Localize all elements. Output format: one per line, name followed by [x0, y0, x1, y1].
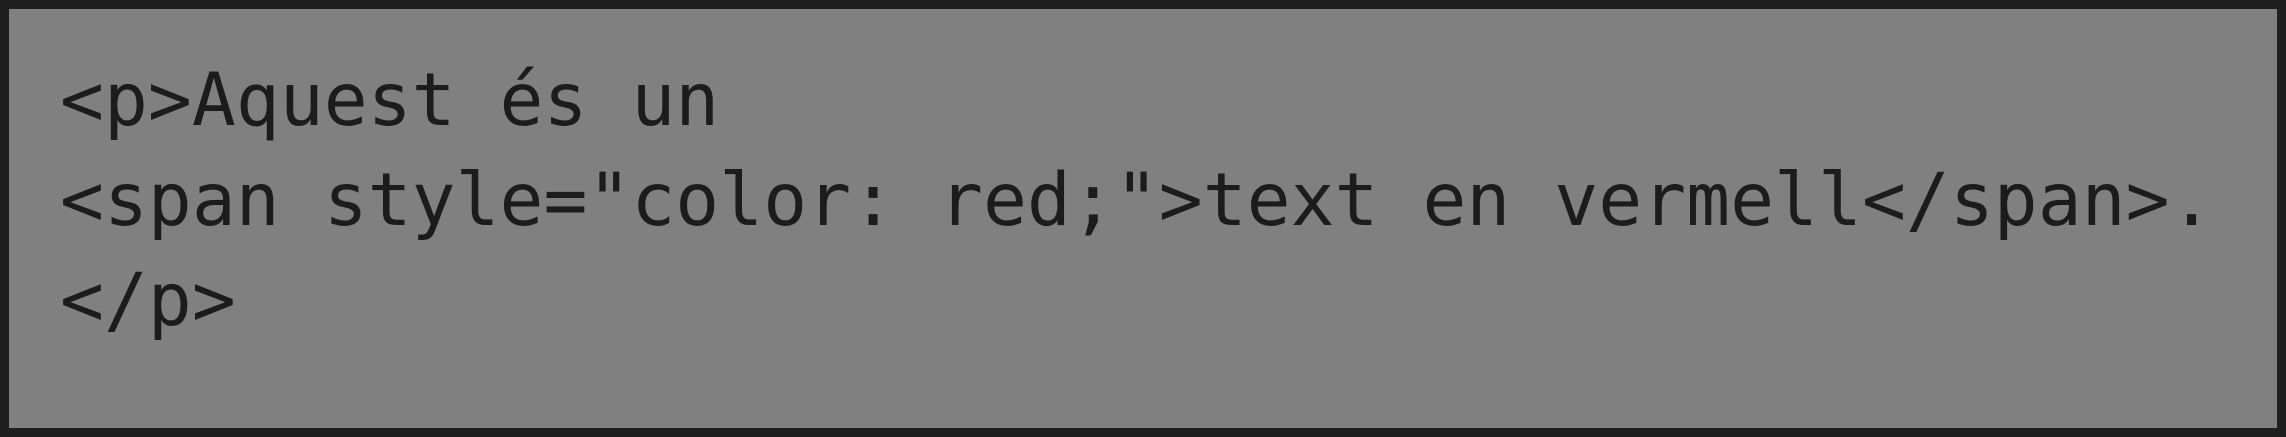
code-line: </p> — [60, 258, 236, 343]
code-line: <span style="color: red;">text en vermel… — [60, 158, 2214, 243]
code-line: <p>Aquest és un — [60, 58, 720, 143]
code-block: <p>Aquest és un <span style="color: red;… — [0, 0, 2286, 437]
